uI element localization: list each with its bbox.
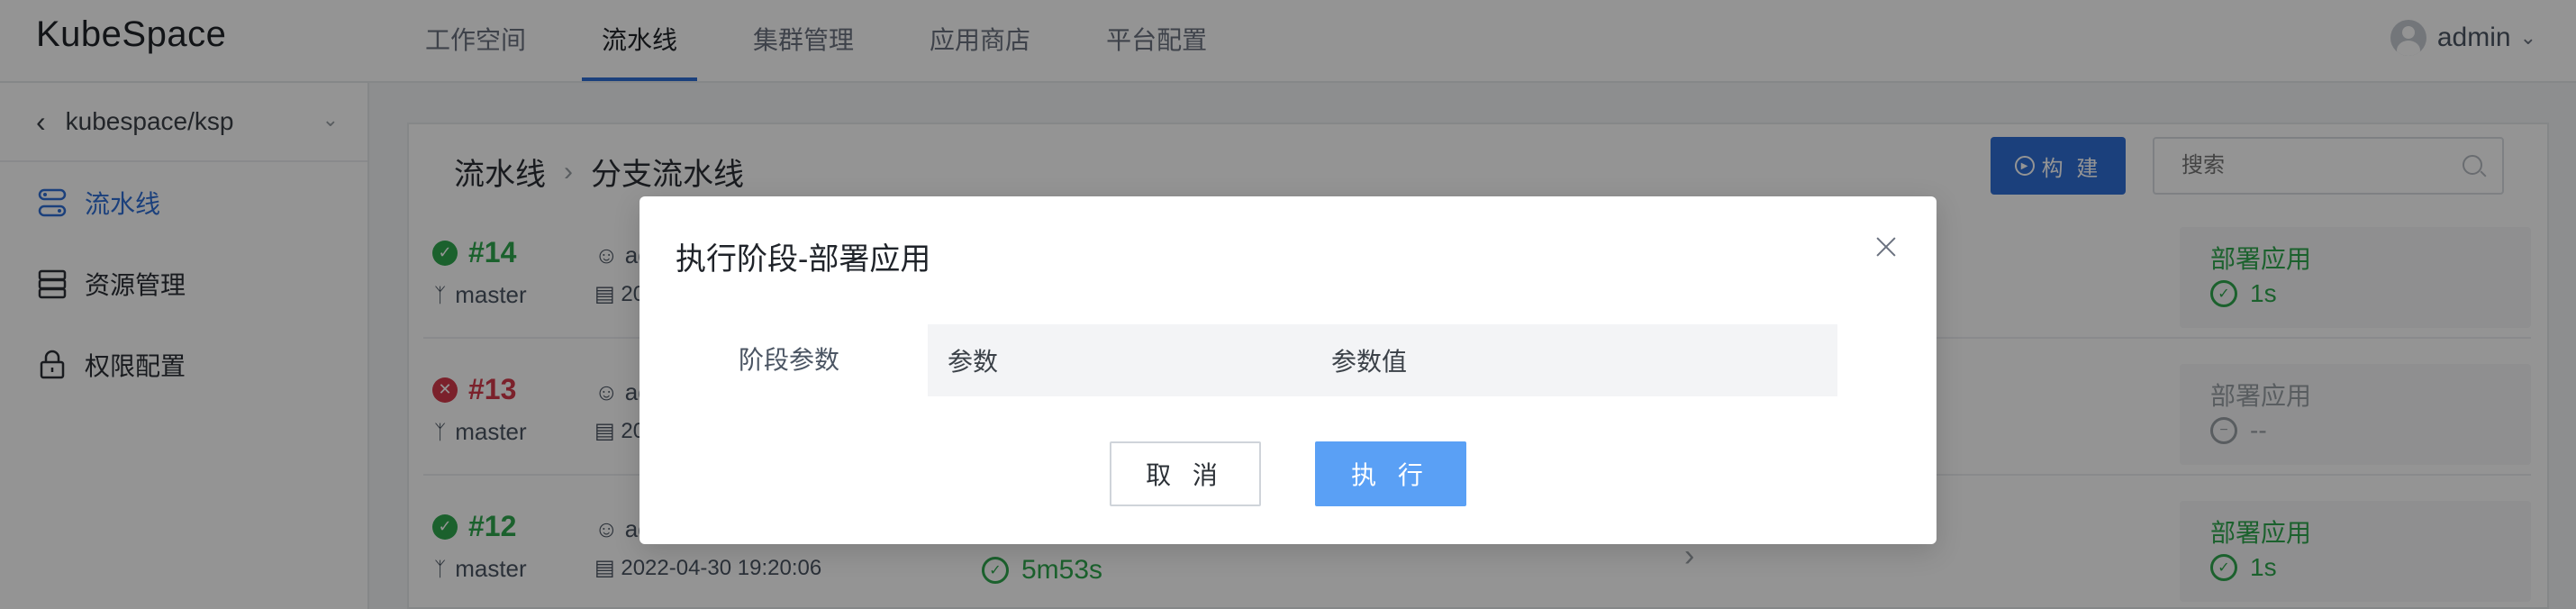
stage-params-label: 阶段参数	[739, 346, 840, 374]
dialog-title: 执行阶段-部署应用	[676, 242, 931, 277]
close-icon[interactable]	[1872, 232, 1900, 261]
execute-stage-dialog: 执行阶段-部署应用 阶段参数 参数 参数值 取 消 执 行	[639, 196, 1937, 544]
column-header-param: 参数	[948, 348, 999, 376]
cancel-button[interactable]: 取 消	[1110, 441, 1261, 506]
execute-button[interactable]: 执 行	[1315, 441, 1466, 506]
column-header-value: 参数值	[1331, 348, 1408, 376]
params-table-header: 参数 参数值	[928, 324, 1837, 396]
